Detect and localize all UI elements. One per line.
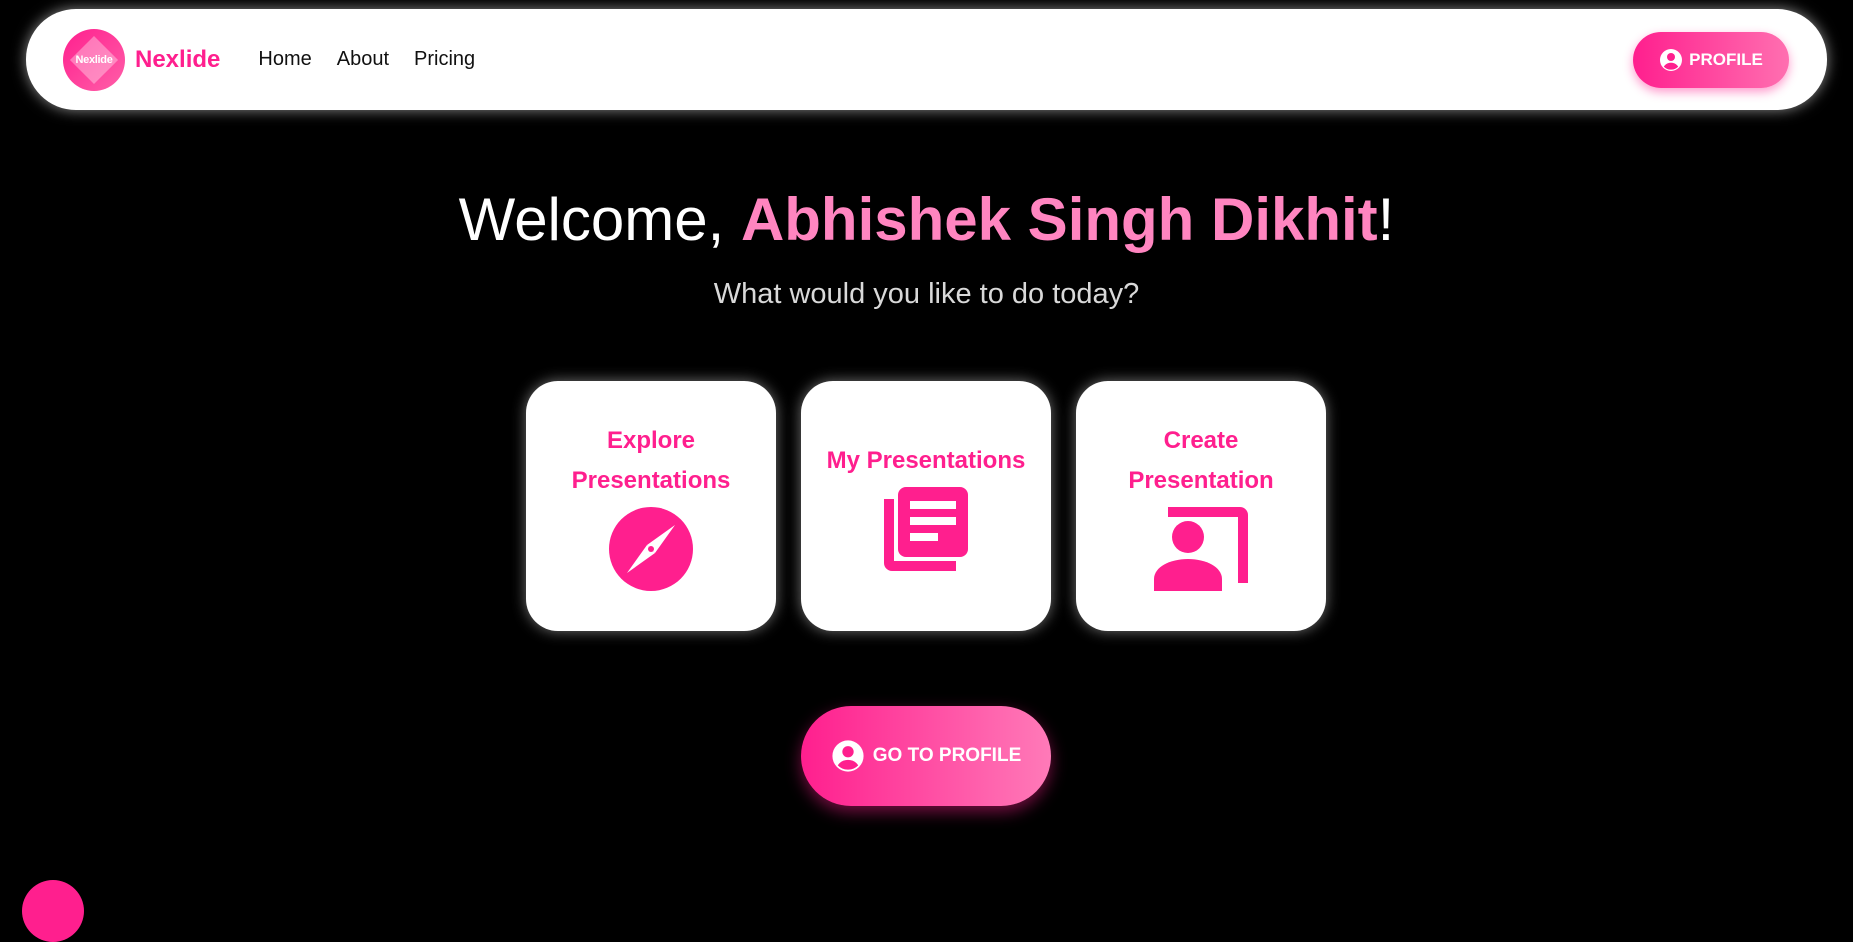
action-cards: Explore Presentations My Presentations C…: [526, 381, 1326, 631]
floating-action-button[interactable]: [22, 880, 84, 942]
welcome-suffix: !: [1377, 186, 1395, 253]
nav-link-pricing[interactable]: Pricing: [414, 48, 475, 71]
nav-link-about[interactable]: About: [337, 48, 389, 71]
brand-name: Nexlide: [135, 45, 221, 73]
compass-icon: [609, 507, 693, 591]
card-title: Explore Presentations: [571, 427, 731, 494]
profile-button-label: PROFILE: [1689, 49, 1763, 69]
logo-text: Nexlide: [75, 53, 113, 66]
present-to-user-icon: [1154, 507, 1248, 591]
card-title: Create Presentation: [1128, 427, 1274, 494]
explore-presentations-card[interactable]: Explore Presentations: [526, 381, 776, 631]
logo: Nexlide: [63, 28, 125, 91]
my-presentations-card[interactable]: My Presentations: [801, 381, 1051, 631]
profile-button[interactable]: PROFILE: [1633, 31, 1789, 88]
user-name: Abhishek Singh Dikhit: [740, 186, 1378, 253]
create-presentation-card[interactable]: Create Presentation: [1076, 381, 1326, 631]
go-to-profile-label: GO TO PROFILE: [872, 745, 1022, 766]
user-circle-icon: [831, 739, 865, 773]
nav-link-home[interactable]: Home: [258, 48, 311, 71]
card-title: My Presentations: [826, 447, 1026, 474]
nav-links: Home About Pricing: [258, 48, 475, 71]
subtitle: What would you like to do today?: [713, 278, 1140, 310]
welcome-heading: Welcome, Abhishek Singh Dikhit!: [0, 180, 1853, 260]
go-to-profile-button[interactable]: GO TO PROFILE: [801, 706, 1051, 806]
navbar: Nexlide Nexlide Home About Pricing PROFI…: [26, 9, 1827, 110]
brand-home-link[interactable]: Nexlide Nexlide: [63, 28, 221, 91]
user-circle-icon: [1659, 48, 1683, 72]
welcome-prefix: Welcome,: [458, 186, 741, 253]
library-books-icon: [884, 487, 968, 571]
